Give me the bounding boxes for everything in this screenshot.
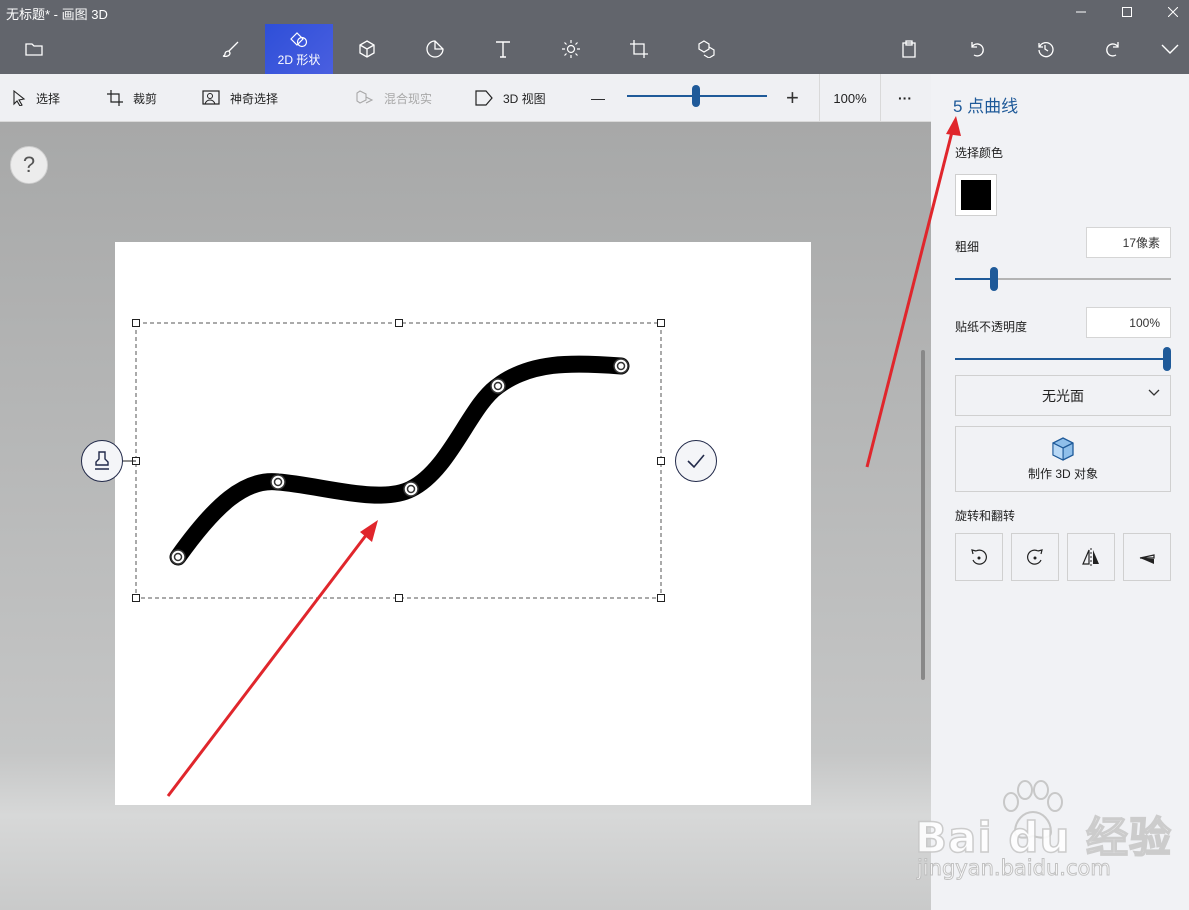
resize-handle[interactable] (132, 319, 140, 327)
opacity-slider-fill (955, 358, 1171, 360)
chevron-down-icon (1148, 389, 1160, 396)
stamp-icon (95, 451, 109, 470)
confirm-button[interactable] (675, 440, 717, 482)
opacity-input[interactable]: 100% (1086, 307, 1171, 338)
rotate-right-button[interactable] (1011, 533, 1059, 581)
resize-handle[interactable] (395, 319, 403, 327)
baidu-watermark: Bai du 经验 jingyan.baidu.com (914, 780, 1185, 900)
finish-dropdown[interactable]: 无光面 (955, 375, 1171, 416)
flip-horizontal-button[interactable] (1067, 533, 1115, 581)
resize-handle[interactable] (395, 594, 403, 602)
history-icon (1038, 41, 1054, 58)
control-point[interactable] (613, 358, 629, 374)
rotate-label: 旋转和翻转 (955, 509, 1016, 523)
undo-icon (971, 42, 984, 57)
resize-handle[interactable] (132, 594, 140, 602)
flip-vertical-button[interactable] (1123, 533, 1171, 581)
thickness-slider[interactable] (955, 267, 1171, 291)
five-point-curve[interactable] (169, 355, 630, 566)
maximize-icon (1122, 7, 1132, 17)
flip-horizontal-icon (1082, 548, 1099, 566)
curve-overlay (122, 319, 665, 797)
history-button[interactable] (1011, 24, 1079, 74)
annotation-arrow (166, 529, 372, 797)
cube-3d-icon (1052, 436, 1074, 461)
resize-handle[interactable] (657, 594, 665, 602)
thickness-input[interactable]: 17像素 (1086, 227, 1171, 258)
annotation-arrow-2 (865, 116, 961, 468)
flip-vertical-icon (1139, 554, 1155, 564)
watermark-url: jingyan.baidu.com (917, 856, 1112, 881)
opacity-slider-thumb[interactable] (1163, 347, 1171, 371)
close-icon (1168, 7, 1178, 17)
make-3d-label: 制作 3D 对象 (1027, 466, 1098, 481)
make-3d-button[interactable]: 制作 3D 对象 (955, 426, 1171, 492)
finish-value: 无光面 (1042, 387, 1084, 404)
rotate-left-icon (971, 549, 987, 565)
control-point[interactable] (170, 549, 186, 565)
checkmark-icon (687, 454, 705, 469)
rotate-left-button[interactable] (955, 533, 1003, 581)
close-button[interactable] (1150, 0, 1189, 24)
control-point[interactable] (403, 481, 419, 497)
redo-icon (1106, 42, 1119, 57)
undo-button[interactable] (943, 24, 1011, 74)
chevron-down-icon (1161, 44, 1179, 54)
thickness-slider-thumb[interactable] (989, 267, 998, 291)
expand-button[interactable] (1136, 24, 1189, 74)
control-point[interactable] (270, 474, 286, 490)
curve-control-points[interactable] (170, 358, 629, 565)
opacity-slider[interactable] (955, 347, 1171, 371)
rotate-right-icon (1027, 549, 1043, 565)
maximize-button[interactable] (1104, 0, 1150, 24)
control-point[interactable] (490, 378, 506, 394)
minimize-button[interactable] (1058, 0, 1104, 24)
resize-handle[interactable] (657, 457, 665, 465)
resize-handle[interactable] (657, 319, 665, 327)
stamp-button[interactable] (81, 440, 123, 482)
minimize-icon (1076, 11, 1086, 13)
